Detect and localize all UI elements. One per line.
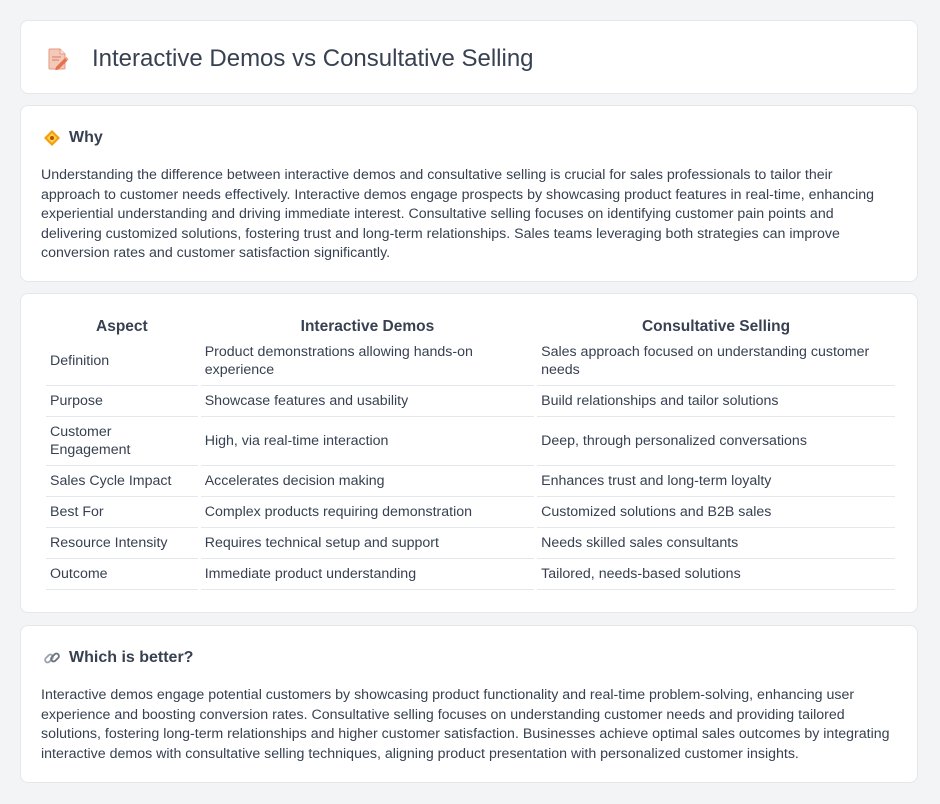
- row-aspect: Sales Cycle Impact: [46, 466, 198, 497]
- better-text: Interactive demos engage potential custo…: [41, 687, 890, 762]
- title-card: Interactive Demos vs Consultative Sellin…: [20, 20, 918, 94]
- table-row: Customer Engagement High, via real-time …: [46, 417, 895, 466]
- column-header-consultative-selling: Consultative Selling: [641, 318, 791, 335]
- row-aspect: Purpose: [46, 386, 198, 417]
- column-header-interactive-demos: Interactive Demos: [300, 318, 435, 335]
- column-header-aspect: Aspect: [96, 318, 148, 335]
- row-interactive-demos: Requires technical setup and support: [200, 528, 535, 559]
- better-heading: Which is better?: [43, 648, 193, 668]
- row-aspect: Customer Engagement: [46, 417, 198, 466]
- row-consultative-selling: Enhances trust and long-term loyalty: [537, 466, 895, 497]
- row-interactive-demos: Complex products requiring demonstration: [200, 497, 535, 528]
- page-title: Interactive Demos vs Consultative Sellin…: [92, 45, 534, 72]
- row-consultative-selling: Tailored, needs-based solutions: [537, 559, 895, 590]
- table-row: Definition Product demonstrations allowi…: [46, 337, 895, 386]
- why-heading: Why: [43, 128, 103, 148]
- row-aspect: Resource Intensity: [46, 528, 198, 559]
- why-section: Why Understanding the difference between…: [20, 105, 918, 282]
- link-icon: [43, 649, 61, 667]
- which-is-better-section: Which is better? Interactive demos engag…: [20, 625, 918, 783]
- row-interactive-demos: High, via real-time interaction: [200, 417, 535, 466]
- row-consultative-selling: Deep, through personalized conversations: [537, 417, 895, 466]
- comparison-table: Aspect Interactive Demos Consultative Se…: [43, 316, 898, 590]
- row-interactive-demos: Product demonstrations allowing hands-on…: [200, 337, 535, 386]
- row-consultative-selling: Needs skilled sales consultants: [537, 528, 895, 559]
- row-aspect: Definition: [46, 337, 198, 386]
- row-interactive-demos: Accelerates decision making: [200, 466, 535, 497]
- table-row: Sales Cycle Impact Accelerates decision …: [46, 466, 895, 497]
- row-aspect: Outcome: [46, 559, 198, 590]
- table-row: Outcome Immediate product understanding …: [46, 559, 895, 590]
- diamond-badge-icon: [43, 129, 61, 147]
- why-text: Understanding the difference between int…: [41, 167, 875, 262]
- table-row: Resource Intensity Requires technical se…: [46, 528, 895, 559]
- comparison-section: Aspect Interactive Demos Consultative Se…: [20, 293, 918, 613]
- better-title: Which is better?: [69, 649, 194, 666]
- document-pencil-icon: [47, 47, 69, 71]
- row-consultative-selling: Build relationships and tailor solutions: [537, 386, 895, 417]
- why-title: Why: [69, 129, 103, 146]
- table-row: Best For Complex products requiring demo…: [46, 497, 895, 528]
- table-row: Purpose Showcase features and usability …: [46, 386, 895, 417]
- row-interactive-demos: Immediate product understanding: [200, 559, 535, 590]
- table-header-row: Aspect Interactive Demos Consultative Se…: [46, 316, 895, 337]
- row-consultative-selling: Customized solutions and B2B sales: [537, 497, 895, 528]
- row-consultative-selling: Sales approach focused on understanding …: [537, 337, 895, 386]
- row-aspect: Best For: [46, 497, 198, 528]
- row-interactive-demos: Showcase features and usability: [200, 386, 535, 417]
